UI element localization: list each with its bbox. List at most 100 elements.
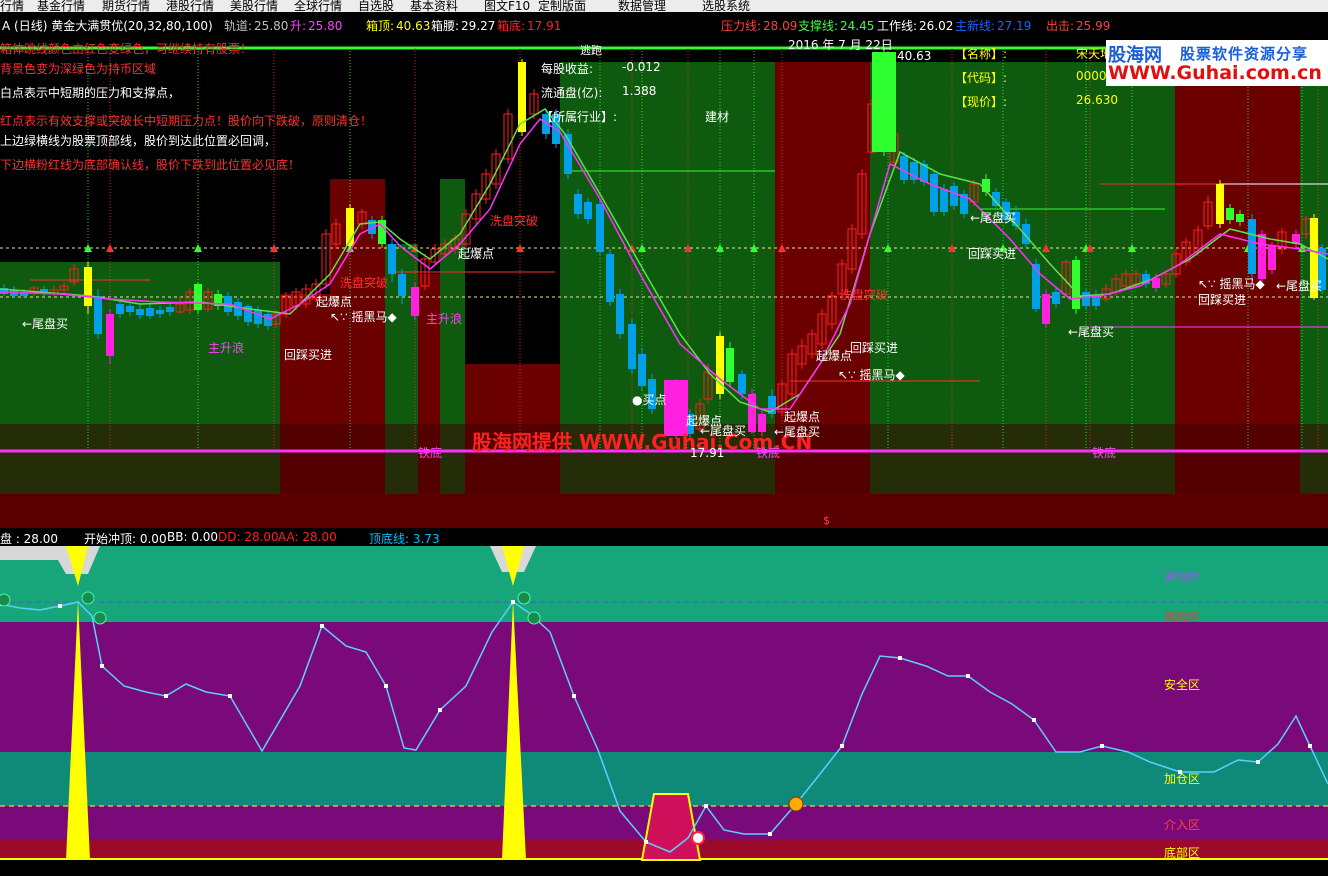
signal-label-qibao: 起爆点 bbox=[816, 349, 853, 363]
signal-label-buy_point: ●买点 bbox=[632, 393, 667, 407]
indicator-value-3: 箱腰: 29.27 bbox=[431, 19, 496, 33]
candle-body-12 bbox=[126, 306, 134, 312]
candle-body-23 bbox=[234, 302, 242, 316]
candle-body-15 bbox=[156, 310, 164, 314]
zone-label-5: 底部区 bbox=[1164, 846, 1201, 860]
sub-indicator-info-bar: 盘 : 28.00 开始冲顶: 0.00 BB: 0.00 DD: 28.00 … bbox=[0, 528, 1328, 546]
oscillator-point-15 bbox=[320, 624, 324, 628]
candle-body-55 bbox=[574, 194, 582, 214]
zone-label-1: 风险区 bbox=[1164, 610, 1201, 624]
oscillator-point-39 bbox=[840, 744, 844, 748]
oscillator-point-57 bbox=[1256, 760, 1260, 764]
candle-body-102 bbox=[1072, 260, 1080, 309]
candle-body-89 bbox=[940, 189, 948, 212]
signal-label-weibaimai: ←尾盘买 bbox=[700, 424, 747, 438]
menu-item-4[interactable]: 美股行情 bbox=[230, 0, 278, 12]
oscillator-point-18 bbox=[384, 684, 388, 688]
oscillator-point-27 bbox=[572, 694, 576, 698]
signal-label-heima: ↖∵ 摇黑马◆ bbox=[838, 368, 905, 382]
candle-body-10 bbox=[106, 314, 114, 356]
candle-body-121 bbox=[1268, 246, 1276, 270]
candle-body-11 bbox=[116, 304, 124, 314]
candle-body-61 bbox=[638, 354, 646, 386]
menu-item-1[interactable]: 基金行情 bbox=[37, 0, 85, 12]
candle-body-60 bbox=[628, 324, 636, 369]
signal-label-heima: ↖∵ 摇黑马◆ bbox=[330, 310, 397, 324]
menu-item-0[interactable]: 行情 bbox=[0, 0, 24, 12]
candle-body-14 bbox=[146, 308, 154, 316]
sub-value-dd: DD: 28.00 bbox=[218, 530, 279, 544]
menu-item-3[interactable]: 港股行情 bbox=[166, 0, 214, 12]
candle-body-119 bbox=[1248, 219, 1256, 274]
signal-arrow-1 bbox=[106, 244, 114, 252]
indicator-value-7: 工作线: 26.02 bbox=[877, 19, 954, 33]
candle-body-38 bbox=[388, 244, 396, 274]
menu-item-8[interactable]: 图文F10 bbox=[484, 0, 530, 12]
oscillator-point-9 bbox=[164, 694, 168, 698]
menu-item-5[interactable]: 全球行情 bbox=[294, 0, 342, 12]
indicator-value-0: 轨道: 25.80 bbox=[224, 19, 289, 33]
signal-label-huicai: 回踩买进 bbox=[284, 348, 333, 362]
candle-body-39 bbox=[398, 274, 406, 296]
oscillator-point-3 bbox=[58, 604, 62, 608]
menu-item-2[interactable]: 期货行情 bbox=[102, 0, 150, 12]
signal-label-weibaimai: ←尾盘买 bbox=[1276, 279, 1323, 293]
zone-oscillator-chart[interactable]: 逃顶区 风险区 安全区 加仓区 介入区 底部区 bbox=[0, 546, 1328, 876]
menu-item-11[interactable]: 选股系统 bbox=[702, 0, 750, 12]
legend-note-4: 上边绿横线为股票顶部线，股价到达此位置必回调， bbox=[0, 134, 277, 148]
escape-top-label: 逃跑 bbox=[580, 44, 602, 57]
signal-label-qibao: 起爆点 bbox=[458, 247, 495, 261]
oscillator-point-24 bbox=[511, 600, 515, 604]
candle-body-68 bbox=[726, 348, 734, 382]
eps-label: 每股收益: bbox=[541, 62, 594, 76]
oscillator-canvas bbox=[0, 546, 1328, 876]
menu-item-6[interactable]: 自选股 bbox=[358, 0, 394, 12]
main-candlestick-chart[interactable]: 2016 年 7 月 22日 40.63 逃跑 箱体跳线颜色由红色变绿色，可继续… bbox=[0, 34, 1328, 528]
sub-value-bb: BB: 0.00 bbox=[167, 530, 219, 544]
candle-body-118 bbox=[1236, 214, 1244, 222]
float-value: 1.388 bbox=[622, 84, 657, 98]
legend-note-1: 背景色变为深绿色为持币区域 bbox=[0, 62, 157, 76]
candle-body-88 bbox=[930, 174, 938, 212]
sub-value-dingdi: 顶底线: 3.73 bbox=[369, 532, 440, 546]
industry-value: 建材 bbox=[705, 110, 730, 124]
signal-label-main_wave: 主升浪 bbox=[426, 312, 463, 326]
signal-label-heima: ↖∵ 摇黑马◆ bbox=[1198, 277, 1265, 291]
candle-body-99 bbox=[1042, 294, 1050, 324]
candle-body-26 bbox=[264, 314, 272, 326]
menu-bar: 行情 基金行情 期货行情 港股行情 美股行情 全球行情 自选股 基本资料 图文F10 定制版面 数据… bbox=[0, 0, 1328, 12]
zone-footer bbox=[0, 860, 1328, 876]
zone-label-0: 逃顶区 bbox=[1164, 570, 1201, 584]
sub-value-pan: 盘 : 28.00 bbox=[0, 532, 59, 546]
oscillator-point-6 bbox=[100, 664, 104, 668]
candle-body-19 bbox=[194, 284, 202, 310]
signal-label-weibaimai: ←尾盘买 bbox=[774, 425, 821, 439]
menu-item-10[interactable]: 数据管理 bbox=[618, 0, 666, 12]
bg-bottom-band bbox=[0, 494, 1328, 528]
box-bottom-price: 17.91 bbox=[690, 446, 725, 460]
candle-body-117 bbox=[1226, 208, 1234, 220]
candle-body-104 bbox=[1092, 296, 1100, 306]
candle-body-69 bbox=[738, 374, 746, 394]
sub-value-chongding: 开始冲顶: 0.00 bbox=[84, 532, 167, 546]
oscillator-point-42 bbox=[898, 656, 902, 660]
zone-safe bbox=[0, 622, 1328, 752]
candle-body-97 bbox=[1022, 224, 1030, 244]
legend-note-2: 白点表示中短期的压力和支撑点， bbox=[0, 86, 181, 100]
candle-body-8 bbox=[84, 267, 92, 306]
oscillator-point-36 bbox=[768, 832, 772, 836]
candle-body-58 bbox=[606, 254, 614, 302]
float-label: 流通盘(亿): bbox=[541, 86, 603, 100]
sub-value-aa: AA: 28.00 bbox=[278, 530, 337, 544]
signal-label-iron_bottom: 铁底 bbox=[418, 446, 443, 460]
signal-label-iron_bottom: 铁底 bbox=[1092, 446, 1117, 460]
indicator-value-9: 出击: 25.99 bbox=[1046, 19, 1111, 33]
menu-item-7[interactable]: 基本资料 bbox=[410, 0, 458, 12]
menu-item-9[interactable]: 定制版面 bbox=[538, 0, 586, 12]
dollar-marker: $ bbox=[823, 514, 830, 527]
oscillator-point-45 bbox=[966, 674, 970, 678]
indicator-value-1: 升: 25.80 bbox=[290, 19, 343, 33]
zone-escape bbox=[0, 546, 1328, 602]
signal-label-weibaimai: ←尾盘买 bbox=[22, 317, 69, 331]
candle-body-56 bbox=[584, 202, 592, 219]
